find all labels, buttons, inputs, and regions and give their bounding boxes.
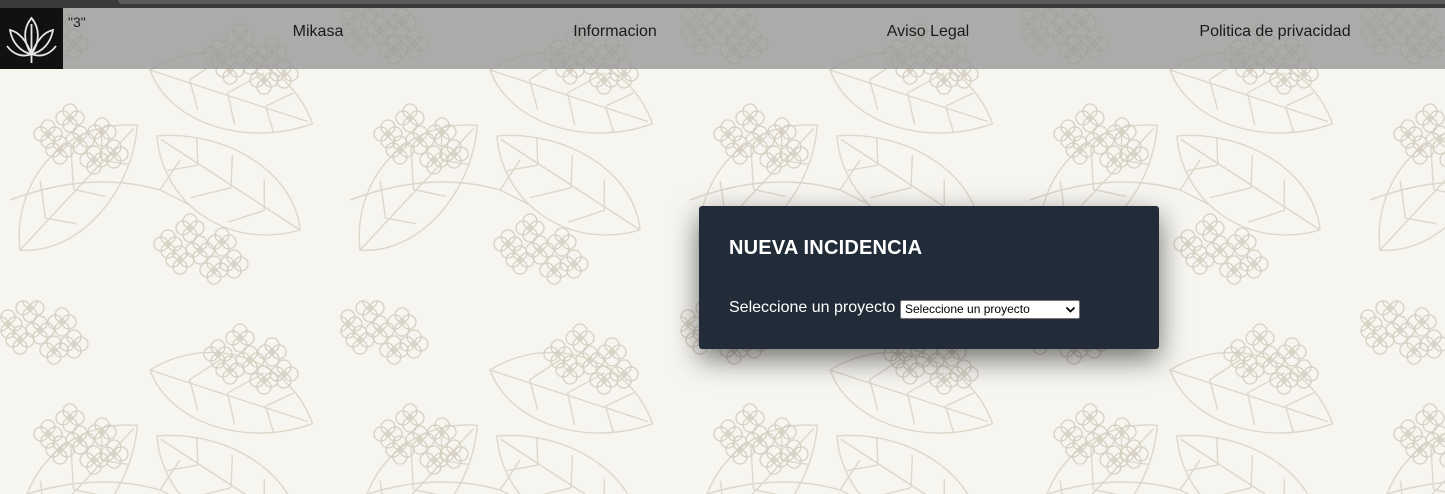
nav-link-politica-privacidad[interactable]: Politica de privacidad	[1199, 23, 1350, 41]
browser-top-strip	[0, 0, 1445, 8]
project-select-label: Seleccione un proyecto	[729, 299, 896, 316]
dialog-title: NUEVA INCIDENCIA	[729, 237, 923, 259]
browser-top-strip-inner	[118, 0, 1445, 4]
chevron-down-icon	[1065, 306, 1076, 313]
nav-link-aviso-legal[interactable]: Aviso Legal	[887, 23, 969, 41]
project-select-value: Seleccione un proyecto	[905, 302, 1030, 316]
project-select[interactable]: Seleccione un proyecto	[900, 300, 1080, 319]
top-navbar: "3" Mikasa Informacion Aviso Legal Polit…	[0, 8, 1445, 69]
new-incident-dialog: NUEVA INCIDENCIA Seleccione un proyecto …	[699, 206, 1159, 349]
logo[interactable]	[0, 8, 63, 69]
badge-count: "3"	[68, 14, 86, 30]
nav-link-mikasa[interactable]: Mikasa	[293, 23, 344, 41]
nav-link-informacion[interactable]: Informacion	[573, 23, 657, 41]
lotus-leaf-icon	[6, 16, 57, 63]
